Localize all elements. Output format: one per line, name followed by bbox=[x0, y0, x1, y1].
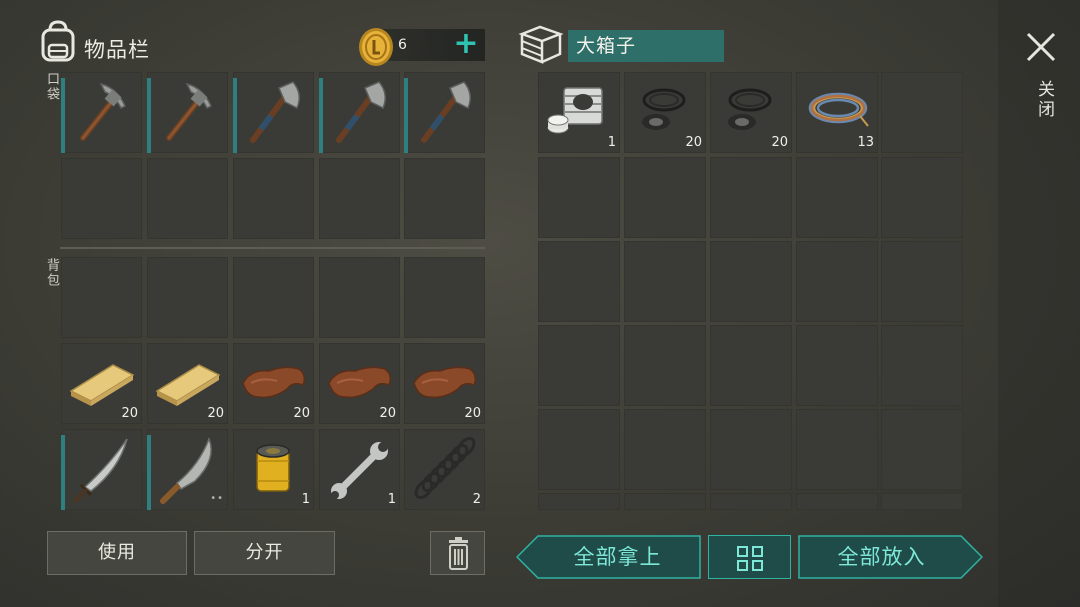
empty-slot[interactable] bbox=[624, 493, 706, 510]
slot-rubber-seal[interactable]: 20 bbox=[710, 72, 792, 153]
empty-slot[interactable] bbox=[233, 158, 314, 239]
empty-slot[interactable] bbox=[319, 257, 400, 338]
use-button[interactable]: 使用 bbox=[47, 531, 187, 575]
slot-wrench[interactable]: 1 bbox=[319, 429, 400, 510]
slot-machete[interactable]: •• bbox=[147, 429, 228, 510]
box-icon bbox=[518, 24, 564, 68]
section-divider bbox=[60, 247, 485, 249]
empty-slot[interactable] bbox=[710, 325, 792, 406]
item-quantity: 20 bbox=[207, 406, 224, 421]
pocket-label: 口袋 bbox=[44, 72, 59, 102]
durability-bar bbox=[233, 78, 237, 153]
slot-wire[interactable]: 13 bbox=[796, 72, 878, 153]
take-all-button[interactable]: 全部拿上 bbox=[516, 535, 701, 579]
empty-slot[interactable] bbox=[710, 409, 792, 490]
trash-button[interactable] bbox=[430, 531, 485, 575]
backpack-label: 背包 bbox=[44, 258, 59, 288]
empty-slot[interactable] bbox=[319, 158, 400, 239]
slot-leather[interactable]: 20 bbox=[319, 343, 400, 424]
durability-bar bbox=[61, 78, 65, 153]
sort-button[interactable] bbox=[708, 535, 791, 579]
empty-slot[interactable] bbox=[796, 157, 878, 238]
put-all-button[interactable]: 全部放入 bbox=[798, 535, 983, 579]
durability-bar bbox=[61, 435, 65, 510]
item-quantity: 20 bbox=[685, 135, 702, 150]
close-button[interactable] bbox=[1024, 30, 1058, 64]
slot-plank[interactable]: 20 bbox=[61, 343, 142, 424]
slot-hatchet[interactable] bbox=[319, 72, 400, 153]
ammo-dots: •• bbox=[210, 493, 224, 504]
empty-slot[interactable] bbox=[147, 158, 228, 239]
empty-slot[interactable] bbox=[624, 409, 706, 490]
put-all-label: 全部放入 bbox=[837, 545, 926, 569]
slot-engine-cylinder[interactable]: 1 bbox=[538, 72, 620, 153]
empty-slot[interactable] bbox=[710, 241, 792, 322]
empty-slot[interactable] bbox=[538, 409, 620, 490]
empty-slot[interactable] bbox=[881, 493, 963, 510]
empty-slot[interactable] bbox=[61, 257, 142, 338]
inventory-title: 物品栏 bbox=[84, 38, 150, 62]
empty-slot[interactable] bbox=[710, 493, 792, 510]
empty-slot[interactable] bbox=[881, 157, 963, 238]
empty-slot[interactable] bbox=[881, 409, 963, 490]
slot-spring[interactable]: 2 bbox=[404, 429, 485, 510]
close-icon bbox=[1026, 32, 1056, 62]
empty-slot[interactable] bbox=[147, 257, 228, 338]
split-button[interactable]: 分开 bbox=[194, 531, 335, 575]
empty-slot[interactable] bbox=[881, 325, 963, 406]
item-quantity: 1 bbox=[607, 135, 616, 150]
empty-slot[interactable] bbox=[538, 325, 620, 406]
item-quantity: 2 bbox=[472, 492, 481, 507]
item-quantity: 13 bbox=[857, 135, 874, 150]
slot-pickaxe[interactable] bbox=[147, 72, 228, 153]
slot-plank[interactable]: 20 bbox=[147, 343, 228, 424]
coin-count: 6 bbox=[398, 37, 407, 53]
item-quantity: 20 bbox=[379, 406, 396, 421]
empty-slot[interactable] bbox=[796, 325, 878, 406]
item-quantity: 20 bbox=[293, 406, 310, 421]
item-quantity: 20 bbox=[464, 406, 481, 421]
slot-leather[interactable]: 20 bbox=[404, 343, 485, 424]
slot-rubber-seal[interactable]: 20 bbox=[624, 72, 706, 153]
grid-icon bbox=[737, 546, 763, 571]
empty-slot[interactable] bbox=[538, 493, 620, 510]
durability-bar bbox=[147, 78, 151, 153]
close-label: 关闭 bbox=[1034, 80, 1054, 120]
durability-bar bbox=[147, 435, 151, 510]
trash-icon bbox=[449, 537, 468, 570]
empty-slot[interactable] bbox=[624, 325, 706, 406]
slot-filter[interactable]: 1 bbox=[233, 429, 314, 510]
empty-slot[interactable] bbox=[881, 241, 963, 322]
item-quantity: 20 bbox=[121, 406, 138, 421]
empty-slot[interactable] bbox=[624, 241, 706, 322]
empty-slot[interactable] bbox=[624, 157, 706, 238]
empty-slot[interactable] bbox=[796, 241, 878, 322]
empty-slot[interactable] bbox=[710, 157, 792, 238]
slot-sword[interactable] bbox=[61, 429, 142, 510]
empty-slot[interactable] bbox=[404, 257, 485, 338]
durability-bar bbox=[404, 78, 408, 153]
empty-slot[interactable] bbox=[61, 158, 142, 239]
item-quantity: 20 bbox=[771, 135, 788, 150]
empty-slot[interactable] bbox=[538, 157, 620, 238]
slot-hatchet[interactable] bbox=[233, 72, 314, 153]
durability-bar bbox=[319, 78, 323, 153]
empty-slot[interactable] bbox=[538, 241, 620, 322]
item-quantity: 1 bbox=[301, 492, 310, 507]
backpack-icon bbox=[38, 20, 78, 62]
item-quantity: 1 bbox=[387, 492, 396, 507]
empty-slot[interactable] bbox=[796, 493, 878, 510]
take-all-label: 全部拿上 bbox=[573, 545, 662, 569]
box-title: 大箱子 bbox=[568, 30, 724, 62]
slot-leather[interactable]: 20 bbox=[233, 343, 314, 424]
empty-slot[interactable] bbox=[881, 72, 963, 153]
coin-icon bbox=[356, 26, 396, 72]
empty-slot[interactable] bbox=[233, 257, 314, 338]
empty-slot[interactable] bbox=[796, 409, 878, 490]
empty-slot[interactable] bbox=[404, 158, 485, 239]
slot-hatchet[interactable] bbox=[404, 72, 485, 153]
slot-pickaxe[interactable] bbox=[61, 72, 142, 153]
add-coins-button[interactable]: + bbox=[452, 28, 480, 60]
